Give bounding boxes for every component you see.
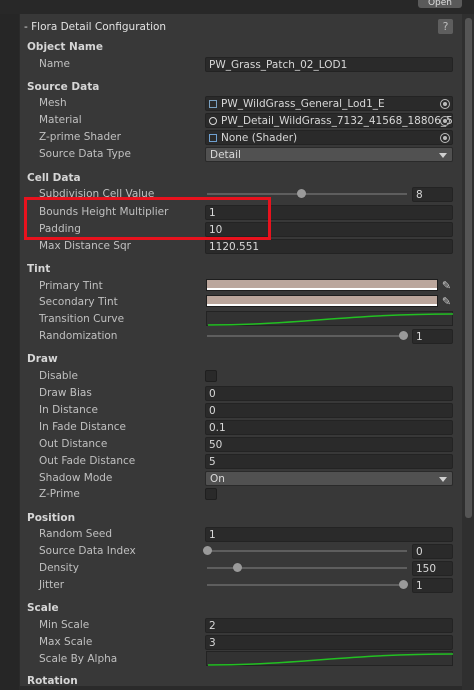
section-draw: Draw <box>27 353 58 365</box>
randomization-slider-track[interactable] <box>207 335 407 337</box>
secondary-tint-swatch[interactable] <box>206 295 438 307</box>
object-picker-icon[interactable] <box>440 116 450 126</box>
max-scale-field[interactable]: 3 <box>205 635 453 650</box>
material-label: Material <box>39 114 82 126</box>
primary-tint-swatch[interactable] <box>206 279 438 291</box>
z-prime-checkbox[interactable] <box>205 488 217 500</box>
mesh-field[interactable]: PW_WildGrass_General_Lod1_E <box>205 96 453 111</box>
source-index-field[interactable]: 0 <box>412 544 453 559</box>
help-icon[interactable]: ? <box>438 19 453 34</box>
foldout-header[interactable]: - Flora Detail Configuration ? <box>22 19 458 36</box>
source-type-value: Detail <box>210 149 241 161</box>
in-distance-label: In Distance <box>39 404 99 416</box>
left-rail <box>0 14 19 690</box>
z-prime-label: Z-Prime <box>39 488 80 500</box>
scale-by-alpha-label: Scale By Alpha <box>39 653 118 665</box>
eyedropper-icon[interactable]: ✎ <box>440 279 453 292</box>
randomization-slider-knob[interactable] <box>399 331 408 340</box>
source-index-slider-track[interactable] <box>207 550 407 552</box>
transition-curve-graph <box>207 313 454 326</box>
subdivision-slider-track[interactable] <box>207 193 407 195</box>
source-data-index-label: Source Data Index <box>39 545 136 557</box>
shadow-mode-label: Shadow Mode <box>39 472 113 484</box>
shader-icon <box>209 134 217 142</box>
section-cell-data: Cell Data <box>27 172 81 184</box>
highlight-box <box>24 197 271 240</box>
name-field[interactable]: PW_Grass_Patch_02_LOD1 <box>205 57 453 72</box>
randomization-field[interactable]: 1 <box>412 329 453 344</box>
out-fade-distance-label: Out Fade Distance <box>39 455 136 467</box>
material-field[interactable]: PW_Detail_WildGrass_7132_41568_18806_509… <box>205 113 453 128</box>
out-distance-label: Out Distance <box>39 438 108 450</box>
chevron-down-icon <box>439 477 447 482</box>
section-object-name: Object Name <box>27 41 103 53</box>
material-icon <box>209 117 217 125</box>
top-strip <box>0 0 474 14</box>
jitter-slider-track[interactable] <box>207 584 407 586</box>
random-seed-field[interactable]: 1 <box>205 527 453 542</box>
shader-label: Z-prime Shader <box>39 131 121 143</box>
mesh-label: Mesh <box>39 97 67 109</box>
mesh-icon <box>209 100 217 108</box>
source-index-slider-knob[interactable] <box>203 546 212 555</box>
shadow-mode-dropdown[interactable]: On <box>205 471 453 486</box>
shadow-mode-value: On <box>210 473 225 485</box>
secondary-tint-label: Secondary Tint <box>39 296 118 308</box>
jitter-slider-knob[interactable] <box>399 580 408 589</box>
disable-checkbox[interactable] <box>205 370 217 382</box>
name-label: Name <box>39 58 70 70</box>
max-scale-label: Max Scale <box>39 636 93 648</box>
section-source-data: Source Data <box>27 81 100 93</box>
out-distance-field[interactable]: 50 <box>205 437 453 452</box>
density-label: Density <box>39 562 79 574</box>
section-position: Position <box>27 512 76 524</box>
shader-value: None (Shader) <box>221 132 298 144</box>
jitter-field[interactable]: 1 <box>412 578 453 593</box>
section-scale: Scale <box>27 602 59 614</box>
scale-by-alpha-graph <box>207 653 454 666</box>
randomization-label: Randomization <box>39 330 118 342</box>
scale-by-alpha-curve[interactable] <box>206 651 454 666</box>
draw-bias-label: Draw Bias <box>39 387 92 399</box>
subdivision-slider-knob[interactable] <box>297 189 306 198</box>
shader-field[interactable]: None (Shader) <box>205 130 453 145</box>
max-distance-label: Max Distance Sqr <box>39 240 131 252</box>
object-picker-icon[interactable] <box>440 99 450 109</box>
density-field[interactable]: 150 <box>412 561 453 576</box>
in-fade-distance-label: In Fade Distance <box>39 421 126 433</box>
transition-curve-label: Transition Curve <box>39 313 125 325</box>
transition-curve-field[interactable] <box>206 311 454 326</box>
eyedropper-icon[interactable]: ✎ <box>440 295 453 308</box>
min-scale-field[interactable]: 2 <box>205 618 453 633</box>
disable-label: Disable <box>39 370 78 382</box>
random-seed-label: Random Seed <box>39 528 113 540</box>
draw-bias-field[interactable]: 0 <box>205 386 453 401</box>
scrollbar-thumb[interactable] <box>465 18 472 518</box>
out-fade-distance-field[interactable]: 5 <box>205 454 453 469</box>
open-button[interactable]: Open <box>418 0 462 8</box>
in-fade-distance-field[interactable]: 0.1 <box>205 420 453 435</box>
in-distance-field[interactable]: 0 <box>205 403 453 418</box>
subdivision-field[interactable]: 8 <box>412 187 453 202</box>
max-distance-field[interactable]: 1120.551 <box>205 239 453 254</box>
min-scale-label: Min Scale <box>39 619 90 631</box>
chevron-down-icon <box>439 153 447 158</box>
object-picker-icon[interactable] <box>440 133 450 143</box>
material-value: PW_Detail_WildGrass_7132_41568_18806_509… <box>221 115 453 127</box>
source-type-dropdown[interactable]: Detail <box>205 147 453 162</box>
foldout-title: - Flora Detail Configuration <box>24 21 167 33</box>
density-slider-knob[interactable] <box>233 563 242 572</box>
bottom-edge <box>19 686 462 690</box>
source-type-label: Source Data Type <box>39 148 131 160</box>
primary-tint-label: Primary Tint <box>39 280 103 292</box>
section-tint: Tint <box>27 263 51 275</box>
mesh-value: PW_WildGrass_General_Lod1_E <box>221 98 385 110</box>
jitter-label: Jitter <box>39 579 65 591</box>
